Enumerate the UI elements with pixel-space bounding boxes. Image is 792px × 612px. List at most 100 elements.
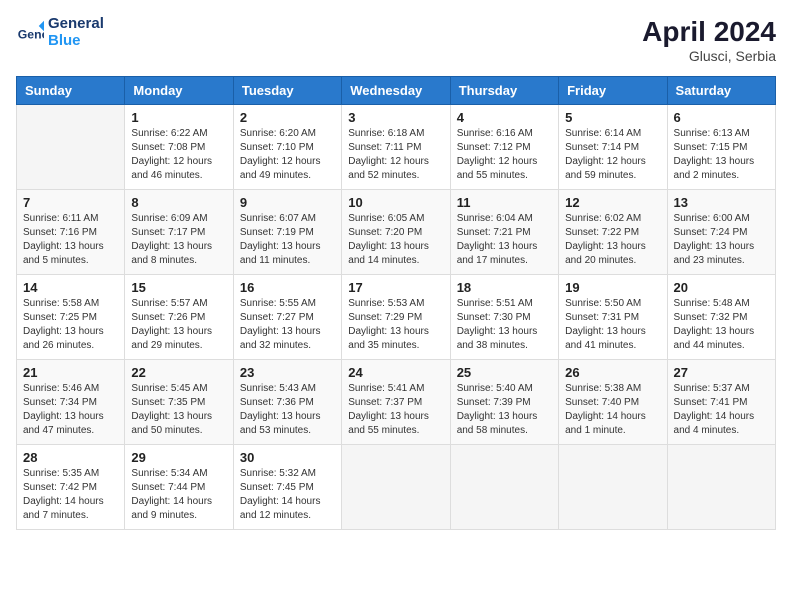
day-cell: 5 Sunrise: 6:14 AM Sunset: 7:14 PM Dayli… (559, 105, 667, 190)
sunrise: Sunrise: 5:41 AM (348, 382, 443, 396)
daylight: Daylight: 14 hours and 1 minute. (565, 410, 660, 438)
daylight: Daylight: 13 hours and 5 minutes. (23, 240, 118, 268)
day-info: Sunrise: 5:41 AM Sunset: 7:37 PM Dayligh… (348, 382, 443, 438)
day-cell: 20 Sunrise: 5:48 AM Sunset: 7:32 PM Dayl… (667, 275, 775, 360)
sunrise: Sunrise: 6:11 AM (23, 212, 118, 226)
sunset: Sunset: 7:30 PM (457, 311, 552, 325)
day-cell: 22 Sunrise: 5:45 AM Sunset: 7:35 PM Dayl… (125, 360, 233, 445)
day-cell (559, 445, 667, 530)
daylight: Daylight: 13 hours and 32 minutes. (240, 325, 335, 353)
day-number: 8 (131, 195, 226, 210)
sunset: Sunset: 7:37 PM (348, 396, 443, 410)
weekday-header-monday: Monday (125, 77, 233, 105)
week-row-3: 14 Sunrise: 5:58 AM Sunset: 7:25 PM Dayl… (17, 275, 776, 360)
day-cell: 15 Sunrise: 5:57 AM Sunset: 7:26 PM Dayl… (125, 275, 233, 360)
sunrise: Sunrise: 5:46 AM (23, 382, 118, 396)
day-info: Sunrise: 5:40 AM Sunset: 7:39 PM Dayligh… (457, 382, 552, 438)
sunset: Sunset: 7:42 PM (23, 481, 118, 495)
sunrise: Sunrise: 6:02 AM (565, 212, 660, 226)
day-info: Sunrise: 5:34 AM Sunset: 7:44 PM Dayligh… (131, 467, 226, 523)
day-info: Sunrise: 5:55 AM Sunset: 7:27 PM Dayligh… (240, 297, 335, 353)
day-cell: 8 Sunrise: 6:09 AM Sunset: 7:17 PM Dayli… (125, 190, 233, 275)
day-number: 18 (457, 280, 552, 295)
sunrise: Sunrise: 6:13 AM (674, 127, 769, 141)
logo-icon: General (16, 19, 44, 47)
sunrise: Sunrise: 5:48 AM (674, 297, 769, 311)
day-info: Sunrise: 5:48 AM Sunset: 7:32 PM Dayligh… (674, 297, 769, 353)
day-info: Sunrise: 5:38 AM Sunset: 7:40 PM Dayligh… (565, 382, 660, 438)
daylight: Daylight: 12 hours and 59 minutes. (565, 155, 660, 183)
page-header: General General Blue April 2024 Glusci, … (16, 16, 776, 64)
daylight: Daylight: 13 hours and 55 minutes. (348, 410, 443, 438)
day-info: Sunrise: 6:13 AM Sunset: 7:15 PM Dayligh… (674, 127, 769, 183)
day-info: Sunrise: 6:22 AM Sunset: 7:08 PM Dayligh… (131, 127, 226, 183)
day-number: 23 (240, 365, 335, 380)
sunrise: Sunrise: 5:53 AM (348, 297, 443, 311)
sunrise: Sunrise: 5:51 AM (457, 297, 552, 311)
day-cell: 21 Sunrise: 5:46 AM Sunset: 7:34 PM Dayl… (17, 360, 125, 445)
day-info: Sunrise: 6:07 AM Sunset: 7:19 PM Dayligh… (240, 212, 335, 268)
day-number: 20 (674, 280, 769, 295)
day-number: 19 (565, 280, 660, 295)
day-cell: 29 Sunrise: 5:34 AM Sunset: 7:44 PM Dayl… (125, 445, 233, 530)
day-info: Sunrise: 5:50 AM Sunset: 7:31 PM Dayligh… (565, 297, 660, 353)
day-number: 3 (348, 110, 443, 125)
day-info: Sunrise: 6:05 AM Sunset: 7:20 PM Dayligh… (348, 212, 443, 268)
sunset: Sunset: 7:44 PM (131, 481, 226, 495)
sunrise: Sunrise: 5:43 AM (240, 382, 335, 396)
sunrise: Sunrise: 5:55 AM (240, 297, 335, 311)
day-cell (667, 445, 775, 530)
day-number: 13 (674, 195, 769, 210)
sunset: Sunset: 7:14 PM (565, 141, 660, 155)
day-cell: 12 Sunrise: 6:02 AM Sunset: 7:22 PM Dayl… (559, 190, 667, 275)
month-year-title: April 2024 (642, 16, 776, 48)
weekday-header-thursday: Thursday (450, 77, 558, 105)
sunset: Sunset: 7:27 PM (240, 311, 335, 325)
day-number: 29 (131, 450, 226, 465)
sunset: Sunset: 7:17 PM (131, 226, 226, 240)
sunset: Sunset: 7:08 PM (131, 141, 226, 155)
sunset: Sunset: 7:40 PM (565, 396, 660, 410)
day-info: Sunrise: 6:18 AM Sunset: 7:11 PM Dayligh… (348, 127, 443, 183)
daylight: Daylight: 14 hours and 7 minutes. (23, 495, 118, 523)
day-cell: 6 Sunrise: 6:13 AM Sunset: 7:15 PM Dayli… (667, 105, 775, 190)
day-number: 15 (131, 280, 226, 295)
day-cell: 25 Sunrise: 5:40 AM Sunset: 7:39 PM Dayl… (450, 360, 558, 445)
week-row-2: 7 Sunrise: 6:11 AM Sunset: 7:16 PM Dayli… (17, 190, 776, 275)
daylight: Daylight: 14 hours and 9 minutes. (131, 495, 226, 523)
sunrise: Sunrise: 5:38 AM (565, 382, 660, 396)
day-info: Sunrise: 5:58 AM Sunset: 7:25 PM Dayligh… (23, 297, 118, 353)
day-number: 10 (348, 195, 443, 210)
day-number: 17 (348, 280, 443, 295)
weekday-header-wednesday: Wednesday (342, 77, 450, 105)
day-info: Sunrise: 5:37 AM Sunset: 7:41 PM Dayligh… (674, 382, 769, 438)
day-cell: 24 Sunrise: 5:41 AM Sunset: 7:37 PM Dayl… (342, 360, 450, 445)
sunset: Sunset: 7:26 PM (131, 311, 226, 325)
logo-line2: Blue (48, 33, 104, 50)
day-cell: 30 Sunrise: 5:32 AM Sunset: 7:45 PM Dayl… (233, 445, 341, 530)
day-info: Sunrise: 6:11 AM Sunset: 7:16 PM Dayligh… (23, 212, 118, 268)
day-cell: 2 Sunrise: 6:20 AM Sunset: 7:10 PM Dayli… (233, 105, 341, 190)
sunrise: Sunrise: 6:16 AM (457, 127, 552, 141)
day-number: 6 (674, 110, 769, 125)
day-cell (17, 105, 125, 190)
day-number: 4 (457, 110, 552, 125)
sunrise: Sunrise: 5:37 AM (674, 382, 769, 396)
sunset: Sunset: 7:22 PM (565, 226, 660, 240)
day-cell: 26 Sunrise: 5:38 AM Sunset: 7:40 PM Dayl… (559, 360, 667, 445)
day-cell: 17 Sunrise: 5:53 AM Sunset: 7:29 PM Dayl… (342, 275, 450, 360)
day-number: 7 (23, 195, 118, 210)
sunrise: Sunrise: 5:32 AM (240, 467, 335, 481)
daylight: Daylight: 13 hours and 8 minutes. (131, 240, 226, 268)
daylight: Daylight: 13 hours and 50 minutes. (131, 410, 226, 438)
day-cell: 16 Sunrise: 5:55 AM Sunset: 7:27 PM Dayl… (233, 275, 341, 360)
day-number: 14 (23, 280, 118, 295)
daylight: Daylight: 13 hours and 38 minutes. (457, 325, 552, 353)
sunset: Sunset: 7:12 PM (457, 141, 552, 155)
day-number: 27 (674, 365, 769, 380)
week-row-4: 21 Sunrise: 5:46 AM Sunset: 7:34 PM Dayl… (17, 360, 776, 445)
daylight: Daylight: 14 hours and 4 minutes. (674, 410, 769, 438)
day-info: Sunrise: 6:14 AM Sunset: 7:14 PM Dayligh… (565, 127, 660, 183)
day-cell: 23 Sunrise: 5:43 AM Sunset: 7:36 PM Dayl… (233, 360, 341, 445)
daylight: Daylight: 13 hours and 11 minutes. (240, 240, 335, 268)
